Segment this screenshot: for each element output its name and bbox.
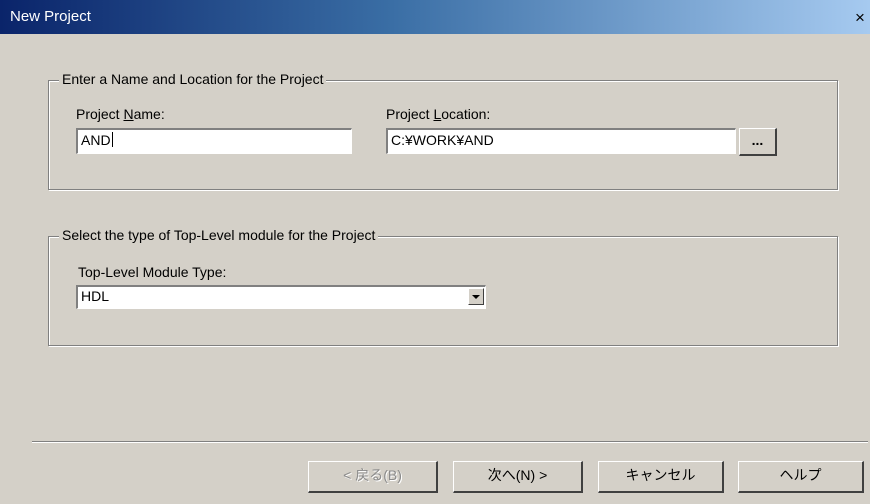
button-separator	[32, 441, 868, 443]
project-location-label: Project Location:	[386, 106, 491, 122]
browse-button[interactable]: ...	[739, 128, 777, 156]
back-button[interactable]: < 戻る(B)	[308, 461, 438, 493]
module-type-label: Top-Level Module Type:	[78, 264, 227, 280]
cancel-button[interactable]: キャンセル	[598, 461, 724, 493]
module-type-group-title: Select the type of Top-Level module for …	[59, 227, 379, 243]
window-title: New Project	[10, 8, 91, 25]
project-name-label: Project Name:	[76, 106, 165, 122]
close-icon[interactable]: ×	[852, 8, 868, 28]
project-location-value: C:¥WORK¥AND	[391, 132, 494, 148]
project-location-input[interactable]: C:¥WORK¥AND	[386, 128, 736, 154]
module-type-value: HDL	[81, 288, 110, 304]
project-name-input[interactable]: AND	[76, 128, 352, 154]
module-type-select[interactable]: HDL	[76, 285, 486, 309]
next-button[interactable]: 次へ(N) >	[453, 461, 583, 493]
text-caret	[111, 132, 113, 147]
help-button-label: ヘルプ	[779, 467, 822, 483]
chevron-down-icon[interactable]	[468, 288, 484, 305]
title-bar: New Project ×	[0, 0, 870, 34]
name-location-group-title: Enter a Name and Location for the Projec…	[59, 71, 327, 87]
back-button-label: < 戻る(B)	[343, 467, 402, 483]
project-name-value: AND	[81, 132, 111, 148]
cancel-button-label: キャンセル	[625, 467, 696, 483]
browse-label: ...	[751, 132, 764, 148]
next-button-label: 次へ(N) >	[487, 467, 548, 483]
help-button[interactable]: ヘルプ	[738, 461, 864, 493]
